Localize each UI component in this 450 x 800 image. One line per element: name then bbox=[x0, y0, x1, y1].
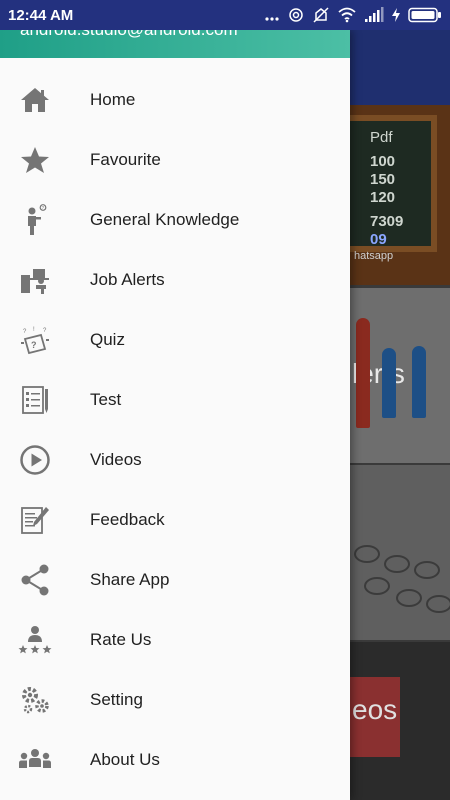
menu-label: Quiz bbox=[90, 330, 125, 349]
status-icons bbox=[264, 6, 442, 24]
menu-label: General Knowledge bbox=[90, 210, 240, 229]
card1-line: 120 bbox=[370, 189, 396, 206]
app-bar bbox=[350, 30, 450, 105]
quiz-icon: ??!? bbox=[18, 324, 52, 356]
card1-line: 09 bbox=[370, 231, 387, 248]
thinking-person-icon: ? bbox=[18, 204, 52, 236]
answer-bubble bbox=[426, 595, 450, 613]
svg-text:!: ! bbox=[33, 327, 35, 333]
menu-label: Favourite bbox=[90, 150, 161, 169]
wifi-icon bbox=[338, 7, 356, 23]
menu-label: Test bbox=[90, 390, 122, 409]
menu-label: Setting bbox=[90, 690, 143, 709]
menu-label: Home bbox=[90, 90, 136, 109]
hotspot-icon bbox=[289, 8, 303, 22]
menu-item-setting[interactable]: Setting bbox=[0, 670, 350, 730]
navigation-drawer: android.studio@android.com Home Favourit… bbox=[0, 30, 350, 800]
share-icon bbox=[18, 564, 52, 596]
drawer-menu: Home Favourite ? General Knowledge Job A… bbox=[0, 70, 350, 790]
menu-item-job-alerts[interactable]: Job Alerts bbox=[0, 250, 350, 310]
answer-bubble bbox=[384, 555, 410, 573]
card-job-alerts: lerts bbox=[350, 288, 450, 463]
gears-icon bbox=[18, 684, 52, 716]
menu-label: Job Alerts bbox=[90, 270, 165, 289]
svg-text:?: ? bbox=[23, 329, 27, 335]
star-icon bbox=[18, 144, 52, 176]
menu-label: Videos bbox=[90, 450, 142, 469]
svg-text:?: ? bbox=[31, 340, 37, 350]
drawer-header: android.studio@android.com bbox=[0, 30, 350, 58]
figure bbox=[356, 318, 370, 428]
figure bbox=[382, 348, 396, 418]
menu-item-feedback[interactable]: Feedback bbox=[0, 490, 350, 550]
chalkboard-image: Pdf 100 150 120 7309 09 bbox=[350, 115, 437, 252]
menu-item-rate-us[interactable]: Rate Us bbox=[0, 610, 350, 670]
menu-item-favourite[interactable]: Favourite bbox=[0, 130, 350, 190]
menu-label: Rate Us bbox=[90, 630, 152, 649]
menu-item-about-us[interactable]: About Us bbox=[0, 730, 350, 790]
main-content-behind-drawer: Pdf 100 150 120 7309 09 hatsapp lerts eo… bbox=[350, 30, 450, 800]
home-icon bbox=[18, 84, 52, 116]
svg-text:?: ? bbox=[43, 328, 47, 334]
person-at-desk-icon bbox=[18, 264, 52, 296]
menu-label: About Us bbox=[90, 750, 160, 769]
menu-item-general-knowledge[interactable]: ? General Knowledge bbox=[0, 190, 350, 250]
status-bar: 12:44 AM bbox=[0, 0, 450, 30]
user-email: android.studio@android.com bbox=[20, 30, 238, 40]
data-off-icon bbox=[313, 7, 329, 23]
charging-icon bbox=[392, 8, 400, 22]
play-circle-icon bbox=[18, 444, 52, 476]
card1-line: Pdf bbox=[370, 129, 393, 146]
menu-item-test[interactable]: Test bbox=[0, 370, 350, 430]
answer-bubble bbox=[414, 561, 440, 579]
battery-icon bbox=[408, 7, 441, 23]
card1-line: hatsapp bbox=[354, 250, 394, 262]
answer-bubble bbox=[364, 577, 390, 595]
menu-item-share-app[interactable]: Share App bbox=[0, 550, 350, 610]
menu-label: Feedback bbox=[90, 510, 165, 529]
rating-person-icon bbox=[18, 624, 52, 656]
card1-line: 100 bbox=[370, 153, 396, 170]
card4-text: eos bbox=[352, 694, 398, 725]
card-quiz bbox=[350, 465, 450, 640]
group-icon bbox=[18, 744, 52, 776]
checklist-icon bbox=[18, 384, 52, 416]
menu-label: Share App bbox=[90, 570, 170, 589]
menu-item-home[interactable]: Home bbox=[0, 70, 350, 130]
card1-line: 150 bbox=[370, 171, 396, 188]
status-time: 12:44 AM bbox=[8, 7, 74, 24]
menu-item-videos[interactable]: Videos bbox=[0, 430, 350, 490]
edit-document-icon bbox=[18, 504, 52, 536]
more-dots-icon bbox=[265, 17, 279, 21]
card1-line: 7309 bbox=[370, 213, 404, 230]
signal-icon bbox=[365, 7, 384, 22]
answer-bubble bbox=[396, 589, 422, 607]
card-videos: eos bbox=[350, 642, 450, 800]
menu-item-quiz[interactable]: ??!? Quiz bbox=[0, 310, 350, 370]
answer-bubble bbox=[354, 545, 380, 563]
card-pdf: Pdf 100 150 120 7309 09 hatsapp bbox=[350, 105, 450, 285]
figure bbox=[412, 346, 426, 418]
